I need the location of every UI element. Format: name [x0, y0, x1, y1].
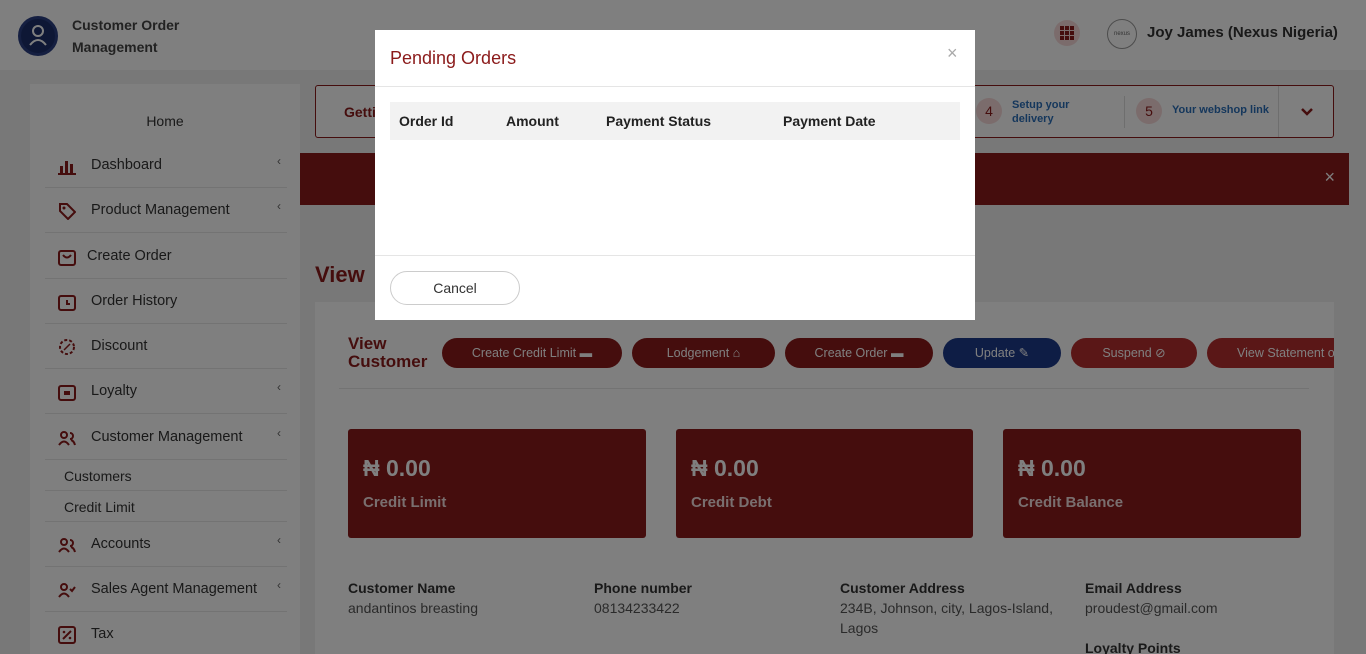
modal-footer-divider [375, 255, 975, 256]
modal-title: Pending Orders [390, 48, 517, 68]
close-icon[interactable]: × [947, 43, 958, 64]
column-order-id: Order Id [399, 113, 454, 129]
column-payment-status: Payment Status [606, 113, 712, 129]
column-amount: Amount [506, 113, 559, 129]
pending-orders-modal: Pending Orders × Order Id Amount Payment… [375, 30, 975, 320]
cancel-button[interactable]: Cancel [390, 271, 520, 305]
pending-orders-table-header: Order Id Amount Payment Status Payment D… [390, 102, 960, 140]
column-payment-date: Payment Date [783, 113, 876, 129]
modal-header-divider [375, 86, 975, 87]
